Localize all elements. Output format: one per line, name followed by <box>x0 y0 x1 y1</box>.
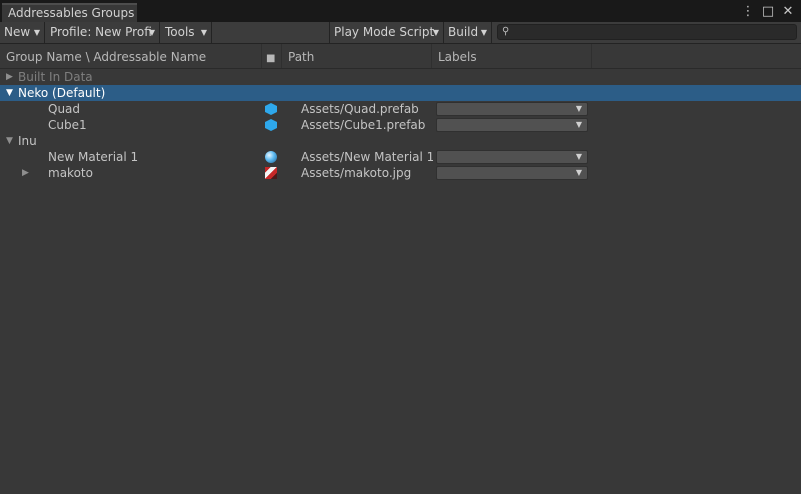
labels-dropdown[interactable]: ▼ <box>436 150 588 164</box>
entry-path: Assets/Cube1.prefab <box>301 118 426 132</box>
entry-path: Assets/Quad.prefab <box>301 102 419 116</box>
new-label: New <box>4 25 31 39</box>
texture-icon <box>265 167 277 179</box>
column-labels[interactable]: Labels <box>432 44 592 68</box>
group-name: Built In Data <box>18 70 93 84</box>
tools-label: Tools <box>165 25 195 39</box>
group-row-neko[interactable]: ▼ Neko (Default) <box>0 85 801 101</box>
more-icon[interactable]: ⋮ <box>741 4 755 20</box>
entry-name: makoto <box>48 166 93 180</box>
dropdown-arrow-icon: ▼ <box>575 152 582 161</box>
dropdown-arrow-icon: ▼ <box>575 120 582 129</box>
labels-dropdown[interactable]: ▼ <box>436 166 588 180</box>
new-button[interactable]: New ▼ <box>0 22 45 43</box>
dropdown-arrow-icon: ▼ <box>148 28 155 37</box>
dropdown-arrow-icon: ▼ <box>33 28 40 37</box>
dropdown-arrow-icon: ▼ <box>480 28 487 37</box>
group-name: Inu <box>18 134 37 148</box>
close-icon[interactable]: ✕ <box>781 4 795 20</box>
tools-dropdown[interactable]: Tools ▼ <box>161 22 212 43</box>
window-controls: ⋮ □ ✕ <box>741 4 795 20</box>
entry-row[interactable]: Quad Assets/Quad.prefab ▼ <box>0 101 801 117</box>
entry-row[interactable]: ▶ makoto Assets/makoto.jpg ▼ <box>0 165 801 181</box>
dropdown-arrow-icon: ▼ <box>575 168 582 177</box>
profile-label: Profile: New Profi <box>50 25 152 39</box>
play-mode-script-dropdown[interactable]: Play Mode Script ▼ <box>329 22 444 43</box>
tab-addressables-groups[interactable]: Addressables Groups <box>2 3 137 22</box>
material-icon <box>265 151 277 163</box>
entry-path: Assets/makoto.jpg <box>301 166 412 180</box>
build-label: Build <box>448 25 479 39</box>
maximize-icon[interactable]: □ <box>761 4 775 20</box>
labels-dropdown[interactable]: ▼ <box>436 118 588 132</box>
build-dropdown[interactable]: Build ▼ <box>444 22 492 43</box>
play-mode-label: Play Mode Script <box>334 25 435 39</box>
group-name: Neko (Default) <box>18 86 106 100</box>
labels-dropdown[interactable]: ▼ <box>436 102 588 116</box>
column-header: Group Name \ Addressable Name ■ Path Lab… <box>0 44 801 69</box>
asset-type-icon: ■ <box>266 53 276 64</box>
prefab-icon <box>265 103 277 115</box>
dropdown-arrow-icon: ▼ <box>432 28 439 37</box>
entry-row[interactable]: Cube1 Assets/Cube1.prefab ▼ <box>0 117 801 133</box>
collapse-arrow-icon[interactable]: ▼ <box>6 133 13 149</box>
entry-name: Cube1 <box>48 118 87 132</box>
entry-name: New Material 1 <box>48 150 139 164</box>
collapse-arrow-icon[interactable]: ▼ <box>6 85 13 101</box>
expand-arrow-icon[interactable]: ▶ <box>6 69 13 85</box>
tab-bar: Addressables Groups ⋮ □ ✕ <box>0 0 801 22</box>
search-icon: ⚲ <box>502 26 510 37</box>
search-field[interactable]: ⚲ <box>497 24 797 40</box>
column-icon[interactable]: ■ <box>262 44 282 68</box>
addressables-panel: New ▼ Profile: New Profi ▼ Tools ▼ Play … <box>0 22 801 494</box>
toolbar: New ▼ Profile: New Profi ▼ Tools ▼ Play … <box>0 22 801 44</box>
entry-path: Assets/New Material 1. <box>301 150 433 164</box>
expand-arrow-icon[interactable]: ▶ <box>22 165 29 181</box>
group-row-built-in[interactable]: ▶ Built In Data <box>0 69 801 85</box>
profile-dropdown[interactable]: Profile: New Profi ▼ <box>46 22 160 43</box>
group-row-inu[interactable]: ▼ Inu <box>0 133 801 149</box>
dropdown-arrow-icon: ▼ <box>575 104 582 113</box>
prefab-icon <box>265 119 277 131</box>
entry-name: Quad <box>48 102 81 116</box>
dropdown-arrow-icon: ▼ <box>200 28 207 37</box>
entry-row[interactable]: New Material 1 Assets/New Material 1. ▼ <box>0 149 801 165</box>
column-group-name[interactable]: Group Name \ Addressable Name <box>0 44 262 68</box>
column-path[interactable]: Path <box>282 44 432 68</box>
